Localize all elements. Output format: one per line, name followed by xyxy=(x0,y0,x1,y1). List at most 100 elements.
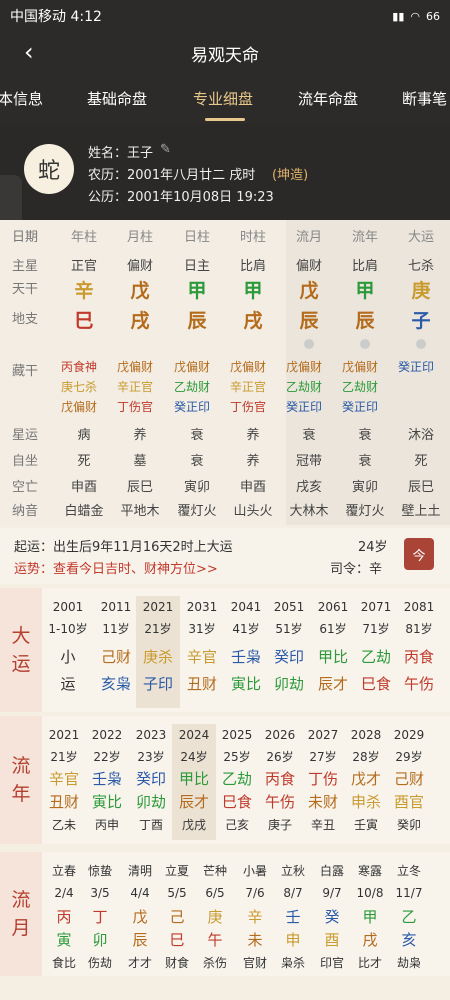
main-star-3: 比肩 xyxy=(239,259,266,274)
tab-basic-info[interactable]: 本信息 xyxy=(0,88,43,109)
dayun-zhi: 巳食 xyxy=(354,673,398,696)
nayin-0: 白蜡金 xyxy=(64,504,104,519)
xingyun-2: 衰 xyxy=(190,428,204,443)
dayun-gan-text: 乙劫 xyxy=(360,648,391,666)
canggan-stem: 癸正印 xyxy=(286,400,323,414)
dayun-years-text: 2051 xyxy=(273,600,305,614)
profile-lunar: 农历：2001年八月廿二 戌时 xyxy=(88,168,256,183)
liuyue-dates-text: 7/6 xyxy=(245,886,265,900)
liuyue-col-8[interactable]: 寒露 10/8 甲戌比才 xyxy=(348,860,392,972)
liunian-gan: 己财 xyxy=(387,768,431,791)
profile-card: 蛇 姓名：王子 ✎ 农历：2001年八月廿二 戌时 (坤造) 公历：2001年1… xyxy=(0,124,450,220)
dayun-gan-text: 丙食 xyxy=(403,648,434,666)
liunian-ages-text: 21岁 xyxy=(50,750,78,764)
liunian-ages-text: 28岁 xyxy=(352,750,380,764)
tab-basic-chart[interactable]: 基础命盘 xyxy=(87,88,147,109)
liunian-col-5[interactable]: 2026 26岁 丙食 午伤 庚子 xyxy=(258,724,302,840)
liunian-col-1[interactable]: 2022 22岁 壬枭 寅比 丙申 xyxy=(85,724,129,840)
liuyue-col-1[interactable]: 惊蛰 3/5 丁卯伤劫 xyxy=(78,860,122,972)
edit-icon[interactable]: ✎ xyxy=(160,142,171,157)
back-icon[interactable]: ‹ xyxy=(24,38,34,66)
tiangan-4: 戊 xyxy=(299,280,319,302)
dayun-col-8[interactable]: 2081 81岁 丙食 午伤 xyxy=(397,596,441,708)
liuyue-dates: 6/5 xyxy=(193,882,237,904)
liunian-col-0[interactable]: 2021 21岁 辛官 丑财 乙未 xyxy=(42,724,86,840)
profile-name: 姓名：王子 xyxy=(88,146,154,161)
liunian-gz: 癸卯 xyxy=(387,814,431,836)
liunian-col-7[interactable]: 2028 28岁 戊才 申杀 壬寅 xyxy=(344,724,388,840)
dayun-ages-text: 21岁 xyxy=(144,622,172,636)
liunian-zhi-text: 未财 xyxy=(307,793,338,811)
grid-header-4: 流月 xyxy=(295,230,322,245)
liunian-gan: 戊才 xyxy=(344,768,388,791)
liunian-ages-text: 29岁 xyxy=(395,750,423,764)
liuyue-col-6[interactable]: 立秋 8/7 壬申枭杀 xyxy=(271,860,315,972)
dayun-col-4[interactable]: 2041 41岁 壬枭 寅比 xyxy=(224,596,268,708)
dayun-col-7[interactable]: 2071 71岁 乙劫 巳食 xyxy=(354,596,398,708)
liuyue-gan: 乙 xyxy=(387,906,431,929)
dayun-ages: 81岁 xyxy=(397,618,441,640)
liuyue-dates-text: 2/4 xyxy=(54,886,74,900)
row-label-6: 空亡 xyxy=(12,480,39,495)
tab-pro-chart[interactable]: 专业细盘 xyxy=(193,88,253,109)
dayun-years-text: 2011 xyxy=(100,600,132,614)
liuyue-dates-text: 6/5 xyxy=(205,886,225,900)
calendar-today-icon[interactable]: 今 xyxy=(404,538,434,570)
tab-notes[interactable]: 断事笔 xyxy=(402,88,447,109)
liuyue-gan-text: 丁 xyxy=(92,908,108,926)
liunian-years: 2027 xyxy=(301,724,345,746)
zodiac-avatar: 蛇 xyxy=(24,144,74,194)
tab-year-chart[interactable]: 流年命盘 xyxy=(298,88,358,109)
zizuo-2: 衰 xyxy=(190,454,204,469)
liuyue-dates-text: 9/7 xyxy=(322,886,342,900)
liuyue-shen-text: 财食 xyxy=(164,956,189,970)
page-title: 易观天命 xyxy=(191,45,259,66)
grid-header-5: 流年 xyxy=(351,230,378,245)
canggan-stem: 辛正官 xyxy=(230,380,267,394)
xingyun-5: 衰 xyxy=(358,428,372,443)
dayun-col-2[interactable]: 2021 21岁 庚杀 子印 xyxy=(136,596,180,708)
canggan-stem: 戊偏财 xyxy=(61,400,98,414)
canggan-stem: 庚七杀 xyxy=(61,380,98,394)
liuyue-col-4[interactable]: 芒种 6/5 庚午杀伤 xyxy=(193,860,237,972)
xingyun-1: 养 xyxy=(133,428,147,443)
liuyue-terms-text: 清明 xyxy=(127,864,152,878)
fortune-link[interactable]: 运势：查看今日吉时、财神方位>> xyxy=(14,558,218,577)
liuyue-col-9[interactable]: 立冬 11/7 乙亥劫枭 xyxy=(387,860,431,972)
liunian-zhi: 寅比 xyxy=(85,791,129,814)
liunian-zhi: 申杀 xyxy=(344,791,388,814)
dayun-col-6[interactable]: 2061 61岁 甲比 辰才 xyxy=(311,596,355,708)
liunian-years-text: 2027 xyxy=(307,728,339,742)
liunian-years: 2024 xyxy=(172,724,216,746)
liunian-years: 2025 xyxy=(215,724,259,746)
dayun-ages-text: 71岁 xyxy=(362,622,390,636)
liunian-col-6[interactable]: 2027 27岁 丁伤 未财 辛丑 xyxy=(301,724,345,840)
liuyue-dates: 11/7 xyxy=(387,882,431,904)
dayun-col-0[interactable]: 2001 1-10岁小运 xyxy=(46,596,90,708)
liunian-col-4[interactable]: 2025 25岁 乙劫 巳食 己亥 xyxy=(215,724,259,840)
main-star-0: 正官 xyxy=(70,259,97,274)
grid-header-0: 年柱 xyxy=(70,230,97,245)
liunian-col-3[interactable]: 2024 24岁 甲比 辰才 戊戌 xyxy=(172,724,216,840)
liuyue-terms-text: 立春 xyxy=(51,864,76,878)
zizuo-6: 死 xyxy=(414,454,428,469)
liunian-zhi-text: 申杀 xyxy=(350,793,381,811)
liunian-col-8[interactable]: 2029 29岁 己财 酉官 癸卯 xyxy=(387,724,431,840)
xingyun-4: 衰 xyxy=(302,428,316,443)
liuyue-zhi-text: 酉 xyxy=(324,931,340,949)
liunian-col-2[interactable]: 2023 23岁 癸印 卯劫 丁酉 xyxy=(129,724,173,840)
dayun-zhi: 午伤 xyxy=(397,673,441,696)
dayun-col-3[interactable]: 2031 31岁 辛官 丑财 xyxy=(180,596,224,708)
row-label-7: 纳音 xyxy=(12,504,39,519)
kongwang-5: 寅卯 xyxy=(351,480,378,495)
liunian-ages: 25岁 xyxy=(215,746,259,768)
canggan-stem: 丁伤官 xyxy=(230,400,267,414)
canggan-1-0: 戊偏财 xyxy=(117,358,153,377)
liunian-gan: 乙劫 xyxy=(215,768,259,791)
nayin-6: 壁上土 xyxy=(401,504,441,519)
dayun-col-5[interactable]: 2051 51岁 癸印 卯劫 xyxy=(267,596,311,708)
liuyue-gan-text: 甲 xyxy=(362,908,378,926)
liunian-ages-text: 25岁 xyxy=(223,750,251,764)
dayun-col-1[interactable]: 2011 11岁 己财 亥枭 xyxy=(94,596,138,708)
liunian-gz-text: 己亥 xyxy=(224,818,249,832)
